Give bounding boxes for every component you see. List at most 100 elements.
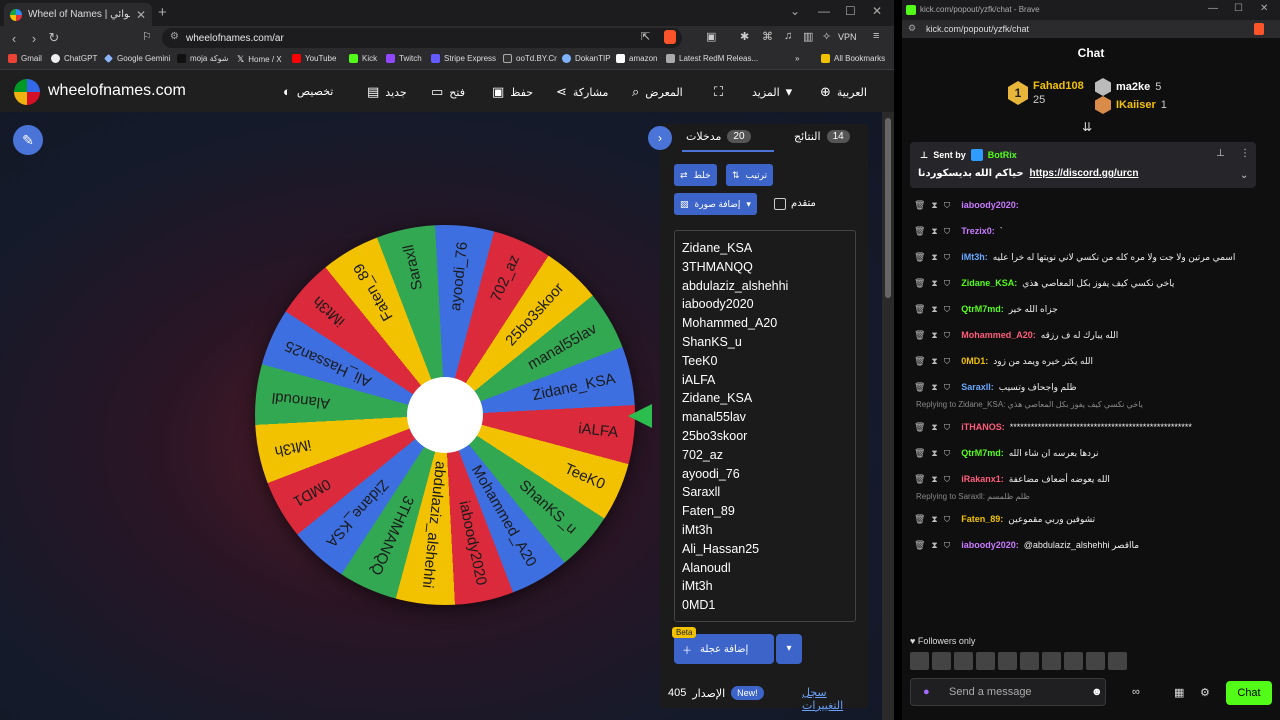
shuffle-button[interactable]: ⇄ خلط [674, 164, 717, 186]
chat-username[interactable]: iMt3h: [961, 252, 988, 262]
add-image-button[interactable]: ▨ إضافة صورة ▾ [674, 193, 757, 215]
mod-actions-icon[interactable]: 🗑⧗⛉ [914, 330, 956, 341]
wallet-icon[interactable]: ▣ [706, 30, 716, 43]
tab-entries[interactable]: مدخلات 20 [686, 130, 751, 143]
store-icon[interactable]: ▦ [1174, 686, 1184, 699]
minimize-icon[interactable]: — [1208, 3, 1218, 14]
chat-username[interactable]: Zidane_KSA: [961, 278, 1017, 288]
chevron-down-icon[interactable]: ⌄ [790, 4, 800, 18]
bookmarks-overflow-icon[interactable]: » [795, 54, 799, 63]
reload-icon[interactable]: ↻ [44, 30, 64, 46]
bookmark-x[interactable]: 𝕏 Home / X [237, 54, 282, 65]
bookmark-stripe[interactable]: Stripe Express [431, 54, 496, 63]
menu-icon[interactable]: ≡ [873, 30, 879, 42]
page-scrollbar-thumb[interactable] [885, 118, 891, 298]
nav-save[interactable]: ▣ حفظ [492, 84, 533, 100]
brave-shields-icon[interactable] [1254, 23, 1264, 35]
site-settings-icon[interactable]: ⚙ [908, 23, 916, 34]
add-wheel-dropdown[interactable]: ▾ [776, 634, 802, 664]
wheel-logo-icon[interactable] [14, 79, 40, 105]
mod-actions-icon[interactable]: 🗑⧗⛉ [914, 226, 956, 237]
nav-more[interactable]: المزيد ▾ [752, 84, 792, 100]
brave-shields-icon[interactable] [664, 30, 676, 44]
emote-icon[interactable] [1064, 652, 1083, 670]
chat-username[interactable]: QtrM7md: [961, 448, 1004, 458]
pinned-sender[interactable]: BotRix [988, 150, 1017, 160]
discord-link[interactable]: https://discord.gg/urcn [1030, 168, 1139, 179]
nav-share[interactable]: ⋖ مشاركة [556, 84, 608, 100]
emote-icon[interactable] [1108, 652, 1127, 670]
close-window-icon[interactable]: ✕ [1260, 3, 1268, 14]
bookmark-chatgpt[interactable]: ChatGPT [51, 54, 97, 63]
tab-results[interactable]: النتائج 14 [794, 130, 850, 143]
community-icon[interactable]: ∞ [1132, 686, 1140, 698]
bookmark-dokantip[interactable]: DokanTIP [562, 54, 611, 63]
bookmark-redm[interactable]: Latest RedM Releas... [666, 54, 758, 63]
bookmark-twitch[interactable]: Twitch [386, 54, 422, 63]
close-window-icon[interactable]: ✕ [872, 4, 882, 18]
chat-message-input[interactable]: ● Send a message ☻ [910, 678, 1106, 706]
fullscreen-button[interactable]: ⛶ [714, 84, 723, 100]
chat-username[interactable]: iRakanx1: [961, 474, 1004, 484]
site-logo-text[interactable]: wheelofnames.com [48, 82, 186, 100]
all-bookmarks[interactable]: All Bookmarks [821, 54, 885, 63]
leader-name[interactable]: IKaiiser [1116, 99, 1156, 111]
chat-username[interactable]: iaboody2020: [961, 540, 1019, 550]
mod-actions-icon[interactable]: 🗑⧗⛉ [914, 540, 956, 551]
mod-actions-icon[interactable]: 🗑⧗⛉ [914, 356, 956, 367]
bookmark-ootd[interactable]: ooTd.BY.Cr [503, 54, 557, 63]
maximize-icon[interactable]: ☐ [1234, 3, 1243, 14]
sidebar-icon[interactable]: ▥ [803, 30, 813, 43]
more-options-icon[interactable]: ⋮ [1240, 148, 1250, 159]
new-tab-icon[interactable]: + [158, 4, 167, 21]
minimize-icon[interactable]: — [818, 4, 830, 18]
chat-username[interactable]: QtrM7md: [961, 304, 1004, 314]
mod-actions-icon[interactable]: 🗑⧗⛉ [914, 448, 956, 459]
emote-icon[interactable] [954, 652, 973, 670]
maximize-icon[interactable]: ☐ [845, 4, 856, 18]
changelog-link[interactable]: سجل التغييرات [802, 686, 868, 712]
chevron-down-icon[interactable]: ⌄ [1240, 170, 1248, 181]
emote-icon[interactable] [998, 652, 1017, 670]
chat-address-bar[interactable]: ⚙ kick.com/popout/yzfk/chat [902, 20, 1280, 38]
mod-actions-icon[interactable]: 🗑⧗⛉ [914, 514, 956, 525]
puzzle-icon[interactable]: ⌘ [762, 30, 773, 43]
chat-username[interactable]: Saraxll: [961, 382, 994, 392]
browser-tab[interactable]: Wheel of Names | عجلة الاسم العشوائي ✕ [4, 3, 152, 26]
emote-icon[interactable] [1020, 652, 1039, 670]
vpn-button[interactable]: VPN [838, 32, 857, 42]
bookmark-amazon[interactable]: amazon [616, 54, 657, 63]
emote-icon[interactable] [1086, 652, 1105, 670]
unpin-icon[interactable]: ⊥ [1216, 148, 1225, 159]
sort-button[interactable]: ⇅ ترتيب [726, 164, 774, 186]
back-icon[interactable]: ‹ [4, 31, 24, 46]
mod-actions-icon[interactable]: 🗑⧗⛉ [914, 252, 956, 263]
entries-textarea[interactable]: Zidane_KSA 3THMANQQ abdulaziz_alshehhi iabo… [674, 230, 856, 622]
bookmark-icon[interactable]: ⚐ [142, 30, 152, 43]
send-chat-button[interactable]: Chat [1226, 681, 1272, 705]
bookmark-youtube[interactable]: YouTube [292, 54, 336, 63]
mod-actions-icon[interactable]: 🗑⧗⛉ [914, 382, 956, 393]
bookmark-gemini[interactable]: Google Gemini [104, 54, 170, 63]
share-icon[interactable]: ⇱ [641, 30, 650, 43]
bookmark-gmail[interactable]: Gmail [8, 54, 42, 63]
nav-open[interactable]: ▭ فتح [431, 84, 465, 100]
bookmark-kick[interactable]: Kick [349, 54, 377, 63]
mod-actions-icon[interactable]: 🗑⧗⛉ [914, 278, 956, 289]
nav-language[interactable]: ⊕ العربية [820, 84, 867, 100]
chat-username[interactable]: Mohammed_A20: [961, 330, 1036, 340]
nav-gallery[interactable]: ⌕ المعرض [632, 84, 683, 100]
forward-icon[interactable]: › [24, 31, 44, 46]
leader-name[interactable]: Fahad108 [1033, 80, 1084, 92]
mod-actions-icon[interactable]: 🗑⧗⛉ [914, 422, 956, 433]
mod-actions-icon[interactable]: 🗑⧗⛉ [914, 200, 956, 211]
advanced-checkbox[interactable] [774, 198, 786, 210]
emoji-icon[interactable]: ☻ [1091, 679, 1103, 705]
emote-icon[interactable] [1042, 652, 1061, 670]
chat-username[interactable]: iTHANOS: [961, 422, 1005, 432]
emote-icon[interactable] [932, 652, 951, 670]
leader-name[interactable]: ma2ke [1116, 81, 1150, 93]
chat-username[interactable]: 0MD1: [961, 356, 988, 366]
chat-username[interactable]: Faten_89: [961, 514, 1003, 524]
collapse-panel-icon[interactable]: › [648, 126, 672, 150]
